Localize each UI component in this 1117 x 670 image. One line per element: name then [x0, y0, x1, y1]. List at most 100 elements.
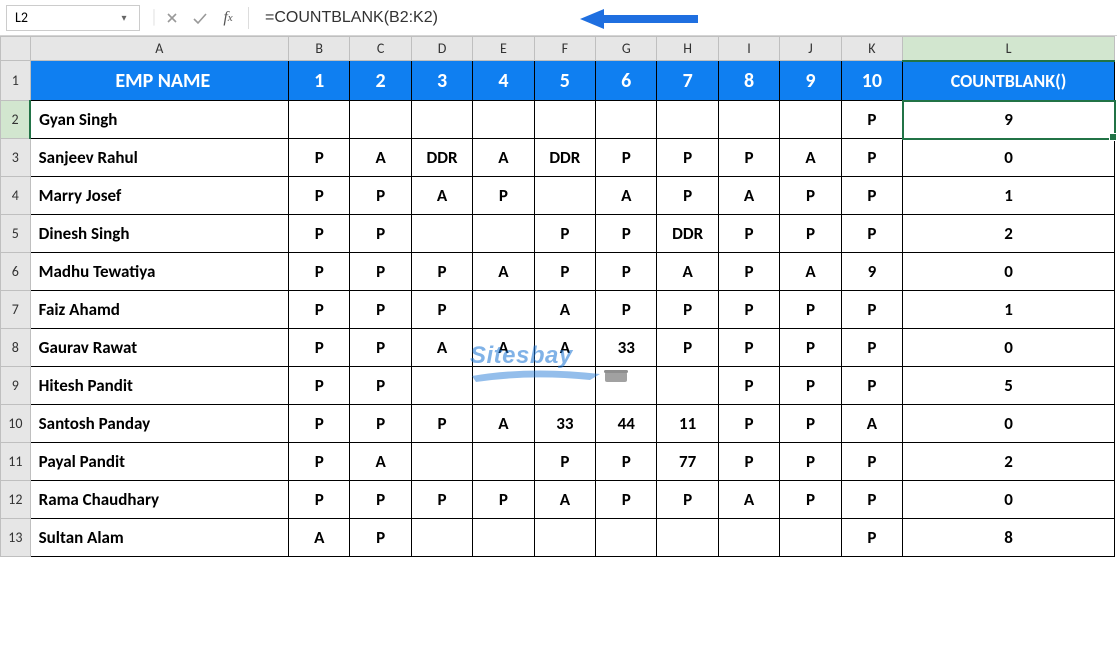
col-header-E[interactable]: E — [473, 37, 534, 61]
countblank-cell[interactable]: 1 — [903, 291, 1115, 329]
attendance-cell[interactable]: DDR — [534, 139, 595, 177]
attendance-cell[interactable]: P — [780, 367, 841, 405]
header-day-9[interactable]: 9 — [780, 61, 841, 101]
insert-function-icon[interactable]: fx — [214, 5, 242, 31]
row-header-5[interactable]: 5 — [1, 215, 31, 253]
col-header-G[interactable]: G — [596, 37, 657, 61]
attendance-cell[interactable]: A — [596, 177, 657, 215]
row-header-6[interactable]: 6 — [1, 253, 31, 291]
attendance-cell[interactable]: P — [289, 481, 350, 519]
attendance-cell[interactable]: A — [841, 405, 902, 443]
attendance-cell[interactable]: P — [718, 367, 779, 405]
attendance-cell[interactable]: P — [411, 291, 472, 329]
row-header-3[interactable]: 3 — [1, 139, 31, 177]
countblank-cell[interactable]: 1 — [903, 177, 1115, 215]
emp-name-cell[interactable]: Payal Pandit — [30, 443, 288, 481]
emp-name-cell[interactable]: Hitesh Pandit — [30, 367, 288, 405]
attendance-cell[interactable]: A — [411, 329, 472, 367]
countblank-cell[interactable]: 0 — [903, 253, 1115, 291]
attendance-cell[interactable] — [473, 101, 534, 139]
attendance-cell[interactable] — [596, 519, 657, 557]
attendance-cell[interactable] — [411, 101, 472, 139]
attendance-cell[interactable]: P — [289, 443, 350, 481]
col-header-C[interactable]: C — [350, 37, 411, 61]
attendance-cell[interactable] — [657, 367, 718, 405]
attendance-cell[interactable]: P — [657, 139, 718, 177]
attendance-cell[interactable]: P — [350, 405, 411, 443]
emp-name-cell[interactable]: Dinesh Singh — [30, 215, 288, 253]
attendance-cell[interactable]: 9 — [841, 253, 902, 291]
attendance-cell[interactable]: A — [473, 405, 534, 443]
countblank-cell[interactable]: 8 — [903, 519, 1115, 557]
col-header-B[interactable]: B — [289, 37, 350, 61]
attendance-cell[interactable]: P — [841, 215, 902, 253]
attendance-cell[interactable]: P — [534, 215, 595, 253]
attendance-cell[interactable] — [718, 101, 779, 139]
select-all-corner[interactable] — [1, 37, 31, 61]
emp-name-cell[interactable]: Gyan Singh — [30, 101, 288, 139]
countblank-cell[interactable]: 2 — [903, 215, 1115, 253]
attendance-cell[interactable]: P — [473, 177, 534, 215]
cancel-icon[interactable] — [158, 5, 186, 31]
attendance-cell[interactable]: P — [350, 215, 411, 253]
row-header-7[interactable]: 7 — [1, 291, 31, 329]
attendance-cell[interactable] — [657, 101, 718, 139]
attendance-cell[interactable]: 33 — [596, 329, 657, 367]
attendance-cell[interactable] — [534, 101, 595, 139]
col-header-J[interactable]: J — [780, 37, 841, 61]
attendance-cell[interactable] — [534, 519, 595, 557]
attendance-cell[interactable]: 11 — [657, 405, 718, 443]
col-header-F[interactable]: F — [534, 37, 595, 61]
header-day-7[interactable]: 7 — [657, 61, 718, 101]
attendance-cell[interactable]: P — [841, 367, 902, 405]
attendance-cell[interactable]: P — [657, 481, 718, 519]
header-day-1[interactable]: 1 — [289, 61, 350, 101]
attendance-cell[interactable] — [718, 519, 779, 557]
attendance-cell[interactable]: A — [289, 519, 350, 557]
attendance-cell[interactable]: P — [473, 481, 534, 519]
attendance-cell[interactable]: A — [534, 329, 595, 367]
header-day-3[interactable]: 3 — [411, 61, 472, 101]
attendance-cell[interactable]: P — [657, 177, 718, 215]
row-header-11[interactable]: 11 — [1, 443, 31, 481]
emp-name-cell[interactable]: Faiz Ahamd — [30, 291, 288, 329]
attendance-cell[interactable]: DDR — [657, 215, 718, 253]
attendance-cell[interactable] — [350, 101, 411, 139]
attendance-cell[interactable] — [411, 443, 472, 481]
col-header-I[interactable]: I — [718, 37, 779, 61]
attendance-cell[interactable]: P — [718, 443, 779, 481]
attendance-cell[interactable] — [411, 519, 472, 557]
attendance-cell[interactable]: P — [350, 177, 411, 215]
attendance-cell[interactable]: P — [841, 101, 902, 139]
col-header-D[interactable]: D — [411, 37, 472, 61]
attendance-cell[interactable]: P — [596, 139, 657, 177]
attendance-cell[interactable]: A — [657, 253, 718, 291]
name-box[interactable]: L2 ▾ — [6, 5, 140, 31]
attendance-cell[interactable]: P — [718, 329, 779, 367]
attendance-cell[interactable] — [780, 101, 841, 139]
emp-name-cell[interactable]: Madhu Tewatiya — [30, 253, 288, 291]
attendance-cell[interactable]: P — [350, 291, 411, 329]
header-day-2[interactable]: 2 — [350, 61, 411, 101]
attendance-cell[interactable] — [534, 367, 595, 405]
attendance-cell[interactable]: P — [411, 253, 472, 291]
row-header-4[interactable]: 4 — [1, 177, 31, 215]
header-day-8[interactable]: 8 — [718, 61, 779, 101]
attendance-cell[interactable]: P — [718, 291, 779, 329]
attendance-cell[interactable]: P — [841, 329, 902, 367]
header-day-10[interactable]: 10 — [841, 61, 902, 101]
attendance-cell[interactable]: P — [289, 367, 350, 405]
attendance-cell[interactable] — [657, 519, 718, 557]
formula-input[interactable] — [255, 5, 1117, 31]
attendance-cell[interactable]: A — [534, 481, 595, 519]
attendance-cell[interactable]: P — [841, 481, 902, 519]
emp-name-cell[interactable]: Gaurav Rawat — [30, 329, 288, 367]
attendance-cell[interactable]: P — [596, 443, 657, 481]
attendance-cell[interactable]: P — [780, 177, 841, 215]
attendance-cell[interactable] — [596, 101, 657, 139]
col-header-K[interactable]: K — [841, 37, 902, 61]
attendance-cell[interactable]: P — [350, 519, 411, 557]
spreadsheet-grid[interactable]: A B C D E F G H I J K L 1 EMP NAME 1 2 3… — [0, 36, 1115, 557]
countblank-cell[interactable]: 0 — [903, 405, 1115, 443]
attendance-cell[interactable]: P — [718, 405, 779, 443]
